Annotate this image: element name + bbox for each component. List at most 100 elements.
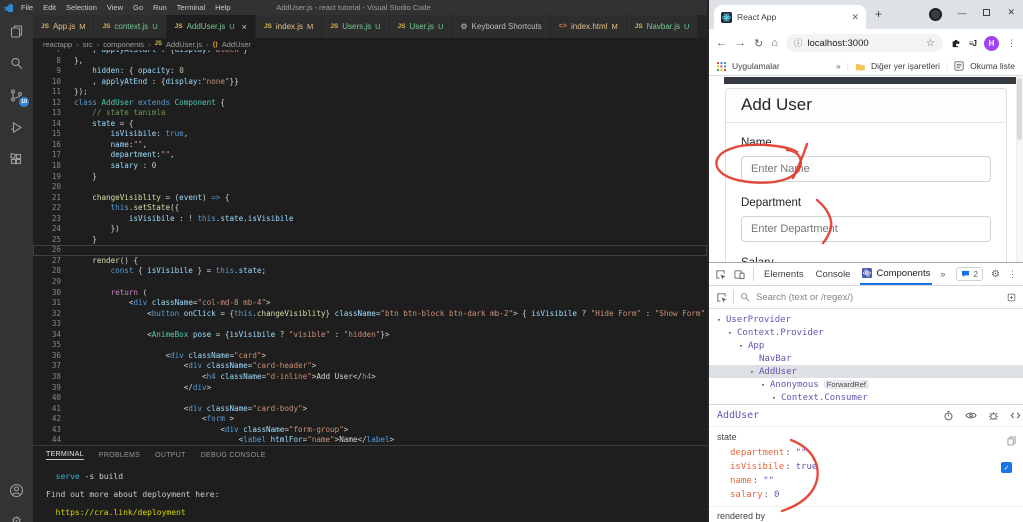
bookmark-reading-label[interactable]: Okuma liste [970, 61, 1015, 71]
search-settings-icon[interactable] [1007, 293, 1016, 302]
expand-arrow-icon[interactable]: ▾ [728, 329, 737, 337]
editor-tab-index-html[interactable]: <>index.htmlM [551, 15, 627, 38]
expand-arrow-icon[interactable]: ▾ [750, 368, 759, 376]
boolean-checkbox[interactable]: ✓ [1001, 462, 1012, 473]
settings-gear-icon[interactable]: ⚙ [11, 514, 22, 522]
editor-tab-adduser-js[interactable]: JSAddUser.jsU× [167, 15, 256, 38]
menu-edit[interactable]: Edit [38, 3, 61, 12]
menu-file[interactable]: File [16, 3, 38, 12]
browser-tab[interactable]: React App ✕ [714, 5, 866, 29]
breadcrumb[interactable]: reactapp›src›components›JSAddUser.js›{}A… [33, 38, 707, 50]
profile-dot-icon[interactable] [929, 8, 942, 21]
address-bar[interactable]: ⓘ localhost:3000 ☆ [786, 34, 943, 52]
component-name: Context.Provider [737, 328, 824, 338]
inspect-dom-eye-icon[interactable] [965, 410, 977, 421]
explorer-icon[interactable] [8, 23, 25, 40]
components-search-input[interactable] [756, 292, 1001, 303]
devtools-tab-components[interactable]: Components [860, 263, 932, 285]
terminal-tab-problems[interactable]: PROBLEMS [99, 452, 140, 459]
reload-icon[interactable]: ↻ [754, 37, 763, 50]
terminal-output[interactable]: serve -s buildFind out more about deploy… [33, 464, 707, 517]
breadcrumb-item-adduser-js[interactable]: AddUser.js [166, 40, 202, 49]
tab-close-icon[interactable]: ✕ [851, 12, 859, 23]
department-input[interactable] [741, 216, 991, 242]
bookmark-other-label[interactable]: Diğer yer işaretleri [871, 61, 940, 71]
editor-tab-user-js[interactable]: JSUser.jsU [390, 15, 453, 38]
terminal-tab-terminal[interactable]: TERMINAL [46, 451, 84, 460]
breadcrumb-item-src[interactable]: src [83, 40, 93, 49]
tree-node-userprovider[interactable]: ▾UserProvider [709, 313, 1023, 326]
inspect-element-icon[interactable] [715, 269, 726, 280]
expand-arrow-icon[interactable]: ▾ [772, 394, 781, 402]
window-minimize-button[interactable]: — [957, 8, 966, 18]
search-icon[interactable] [8, 55, 25, 72]
code-line-42: 42 <form > [33, 414, 707, 425]
editor-tab-index-js[interactable]: JSindex.jsM [256, 15, 322, 38]
log-to-console-bug-icon[interactable] [988, 410, 999, 421]
devtools-tab-elements[interactable]: Elements [762, 263, 806, 285]
forward-icon[interactable]: → [735, 37, 746, 49]
editor-tab-navbar-js[interactable]: JSNavbar.jsU [627, 15, 699, 38]
suspense-stopwatch-icon[interactable] [943, 410, 954, 421]
bookmark-apps-label[interactable]: Uygulamalar [732, 61, 780, 71]
window-maximize-button[interactable] [983, 9, 990, 16]
bookmark-star-icon[interactable]: ☆ [926, 38, 935, 49]
editor-tab-keyboard-shortcuts[interactable]: ⚙Keyboard Shortcuts [452, 15, 550, 38]
tree-node-context-consumer[interactable]: ▾Context.Consumer [709, 391, 1023, 404]
menu-go[interactable]: Go [128, 3, 148, 12]
devtools-menu-icon[interactable]: ⋮ [1008, 269, 1017, 280]
menu-view[interactable]: View [102, 3, 128, 12]
issues-badge[interactable]: 2 [956, 267, 983, 281]
apps-grid-icon[interactable] [717, 62, 726, 71]
devtools-tab-console[interactable]: Console [814, 263, 853, 285]
breadcrumb-item-adduser[interactable]: AddUser [222, 40, 251, 49]
editor-tab-users-js[interactable]: JSUsers.jsU [322, 15, 389, 38]
page-scrollbar[interactable] [1016, 76, 1023, 262]
breadcrumb-item-components[interactable]: components [103, 40, 144, 49]
view-source-icon[interactable] [1010, 410, 1021, 421]
terminal-tab-debug-console[interactable]: DEBUG CONSOLE [201, 452, 266, 459]
expand-arrow-icon[interactable]: ▾ [761, 381, 770, 389]
tree-node-anonymous[interactable]: ▾AnonymousForwardRef [709, 378, 1023, 391]
site-info-icon[interactable]: ⓘ [794, 37, 803, 49]
tab-close-icon[interactable]: × [242, 22, 247, 32]
tree-node-adduser[interactable]: ▾AddUser [709, 365, 1023, 378]
menu-terminal[interactable]: Terminal [172, 3, 210, 12]
devtools-settings-icon[interactable]: ⚙ [991, 269, 1000, 280]
extensions-puzzle-icon[interactable] [951, 38, 961, 48]
bookmarks-overflow-chevron[interactable]: » [836, 61, 841, 71]
code-editor[interactable]: 7 , applyAtStart : {display:"block"}8},9… [33, 50, 707, 445]
new-tab-button[interactable]: + [875, 7, 882, 21]
device-toolbar-icon[interactable] [734, 269, 745, 280]
breadcrumb-item-reactapp[interactable]: reactapp [43, 40, 72, 49]
home-icon[interactable]: ⌂ [771, 37, 778, 49]
window-close-button[interactable]: ✕ [1007, 7, 1015, 18]
select-component-icon[interactable] [716, 292, 727, 303]
expand-arrow-icon[interactable]: ▾ [717, 316, 726, 324]
extensions-icon[interactable] [8, 151, 25, 168]
expand-arrow-icon[interactable]: ▾ [739, 342, 748, 350]
run-debug-icon[interactable] [8, 119, 25, 136]
menu-help[interactable]: Help [210, 3, 235, 12]
vscode-window-title: AddUser.js - react tutorial - Visual Stu… [276, 3, 431, 12]
terminal-tab-output[interactable]: OUTPUT [155, 452, 186, 459]
menu-selection[interactable]: Selection [61, 3, 102, 12]
profile-avatar[interactable]: H [984, 36, 999, 51]
line-number: 36 [33, 351, 74, 362]
state-rows: department:""isVisibile:true✓name:""sala… [717, 446, 1015, 502]
tree-node-app[interactable]: ▾App [709, 339, 1023, 352]
back-icon[interactable]: ← [716, 37, 727, 49]
tree-node-context-provider[interactable]: ▾Context.Provider [709, 326, 1023, 339]
name-input[interactable] [741, 156, 991, 182]
browser-menu-icon[interactable]: ⋮ [1007, 38, 1016, 49]
menu-run[interactable]: Run [148, 3, 172, 12]
source-control-icon[interactable]: 10 [8, 87, 25, 104]
more-tabs-chevron[interactable]: » [940, 269, 945, 279]
js-file-icon: JS [155, 41, 162, 47]
tree-node-navbar[interactable]: NavBar [709, 352, 1023, 365]
code-line-22: 22 this.setState({ [33, 203, 707, 214]
editor-tab-context-js[interactable]: JScontext.jsU [94, 15, 166, 38]
account-icon[interactable] [8, 482, 25, 499]
editor-tab-app-js[interactable]: JSApp.jsM [33, 15, 94, 38]
media-controls-icon[interactable]: ≡J [969, 39, 976, 48]
